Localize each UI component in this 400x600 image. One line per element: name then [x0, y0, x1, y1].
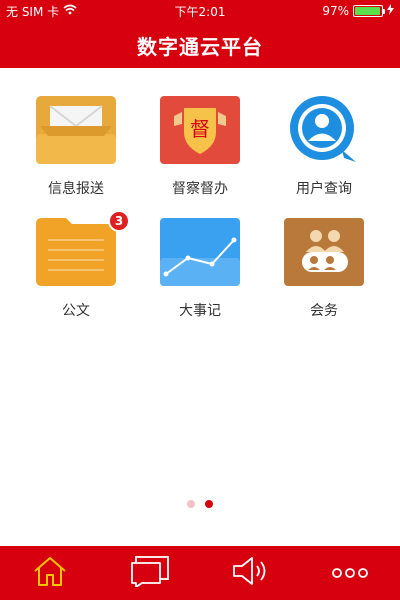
tab-announcements[interactable]: [220, 546, 280, 600]
app-tile-supervision[interactable]: 督 督察督办: [145, 96, 255, 198]
home-icon: [32, 555, 68, 591]
page-dot[interactable]: [187, 500, 195, 508]
line-chart-icon: [160, 218, 240, 286]
charging-icon: [387, 4, 394, 18]
mailbox-icon: [36, 96, 116, 164]
supervision-glyph: 督: [190, 117, 210, 141]
app-label-supervision: 督察督办: [172, 181, 228, 197]
app-label-info-report: 信息报送: [48, 181, 104, 197]
app-label-documents: 公文: [62, 303, 90, 319]
nav-bar: 数字通云平台: [0, 22, 400, 68]
status-left: 无 SIM 卡: [6, 3, 322, 20]
battery-icon: [353, 5, 385, 17]
status-bar: 无 SIM 卡 下午2:01 97%: [0, 0, 400, 22]
status-right: 97%: [322, 4, 394, 18]
speaker-icon: [230, 555, 270, 591]
page-dot-active[interactable]: [205, 500, 213, 508]
tab-messages[interactable]: [120, 546, 180, 600]
app-tile-documents[interactable]: 3 公文: [21, 210, 131, 320]
unread-badge: 3: [108, 210, 130, 232]
page-indicator: [0, 500, 400, 508]
wifi-icon: [63, 4, 77, 18]
supervision-shield-icon: 督: [160, 96, 240, 164]
message-icon: [130, 555, 170, 591]
more-icon: [330, 564, 370, 583]
app-tile-user-search[interactable]: 用户查询: [269, 96, 379, 198]
battery-percent: 97%: [322, 4, 349, 18]
app-label-meeting: 会务: [310, 303, 338, 319]
tab-bar: [0, 546, 400, 600]
document-folder-icon: 3: [36, 210, 130, 286]
tab-more[interactable]: [320, 546, 380, 600]
app-tile-chronicle[interactable]: 大事记: [145, 218, 255, 320]
tab-home[interactable]: [20, 546, 80, 600]
app-label-chronicle: 大事记: [179, 303, 221, 319]
page-title: 数字通云平台: [137, 34, 263, 59]
battery-fill: [355, 7, 381, 15]
app-tile-info-report[interactable]: 信息报送: [21, 96, 131, 198]
user-search-icon: [284, 96, 364, 164]
carrier-text: 无 SIM 卡: [6, 4, 60, 19]
meeting-icon: [284, 218, 364, 286]
app-tile-meeting[interactable]: 会务: [269, 218, 379, 320]
app-label-user-search: 用户查询: [296, 181, 352, 197]
